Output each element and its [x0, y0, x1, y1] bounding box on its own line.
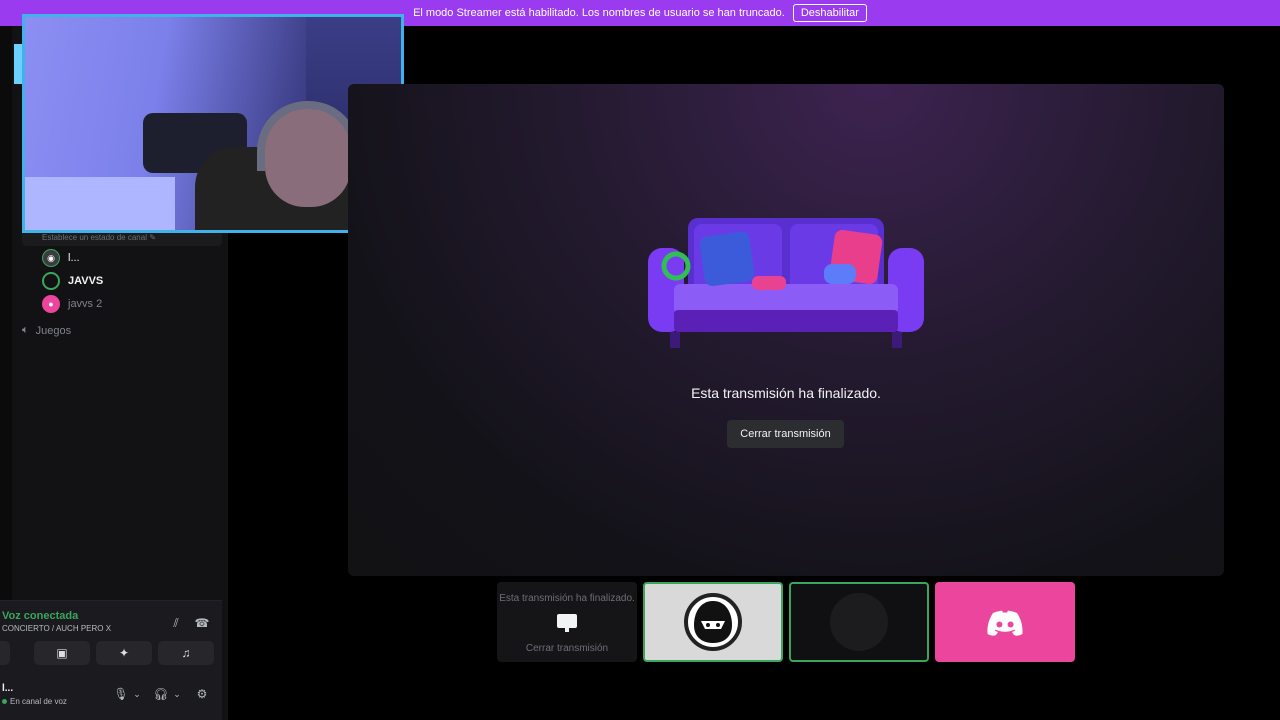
disable-streamer-mode-button[interactable]: Deshabilitar — [792, 4, 867, 22]
chevron-down-icon[interactable]: ⌄ — [132, 687, 142, 701]
voice-connected-status[interactable]: Voz conectada — [2, 610, 78, 622]
voice-member[interactable]: ◉ l... — [42, 248, 80, 268]
gear-icon[interactable]: ⚙ — [194, 687, 210, 701]
stream-ended-message: Esta transmisión ha finalizado. — [691, 385, 881, 401]
speaker-icon: 🔈︎ — [22, 324, 29, 336]
voice-channel-path: CONCIERTO / AUCH PERO X — [2, 624, 112, 633]
current-user-status: En canal de voz — [2, 697, 67, 706]
current-user-name[interactable]: l... — [2, 683, 13, 694]
avatar — [42, 272, 60, 290]
participant-tile[interactable] — [789, 582, 929, 662]
monitor-icon — [557, 614, 577, 632]
share-screen-button[interactable]: ▣ — [34, 641, 90, 665]
noise-suppression-icon[interactable]: ⫽ — [166, 615, 186, 631]
pencil-icon: ✎ — [149, 233, 156, 242]
banner-text: El modo Streamer está habilitado. Los no… — [413, 7, 785, 19]
avatar — [830, 593, 888, 651]
participant-tile[interactable] — [935, 582, 1075, 662]
sofa-illustration — [648, 218, 924, 348]
activities-icon: ✦ — [118, 646, 130, 660]
discord-logo-icon: ● — [42, 295, 60, 313]
microphone-icon[interactable]: 🎙︎ — [113, 687, 128, 701]
soundboard-button[interactable]: ♫ — [158, 641, 214, 665]
channel-status-placeholder: Establece un estado de canal — [42, 233, 147, 242]
voice-connection-panel: Voz conectada CONCIERTO / AUCH PERO X ⫽ … — [0, 600, 222, 720]
avatar: ◉ — [42, 249, 60, 267]
stream-stage: Esta transmisión ha finalizado. Cerrar t… — [348, 84, 1224, 576]
headphones-icon[interactable]: 🎧︎ — [153, 687, 168, 701]
soundboard-icon: ♫ — [181, 646, 191, 660]
member-name: javvs 2 — [68, 298, 103, 310]
stream-tile-close-button[interactable]: Cerrar transmisión — [497, 643, 637, 654]
activities-button[interactable]: ✦ — [96, 641, 152, 665]
stream-tile-ended-text: Esta transmisión ha finalizado. — [499, 593, 635, 604]
voice-member[interactable]: ● javvs 2 — [42, 294, 102, 314]
disconnect-icon[interactable]: ☎ — [192, 615, 212, 631]
discord-logo-icon — [987, 610, 1023, 636]
camera-button[interactable]: ⟋ — [0, 641, 10, 665]
hooded-figure-icon — [694, 601, 732, 643]
user-status-text: En canal de voz — [10, 697, 67, 706]
voice-member[interactable]: JAVVS — [42, 271, 103, 291]
webcam-background-bed — [25, 177, 175, 230]
member-name: JAVVS — [68, 275, 104, 287]
voice-channel-juegos[interactable]: 🔈︎ Juegos — [22, 324, 71, 337]
stream-tile[interactable]: Esta transmisión ha finalizado. Cerrar t… — [497, 582, 637, 662]
webcam-overlay — [22, 14, 404, 233]
channel-name: Juegos — [35, 324, 72, 337]
avatar — [684, 593, 742, 651]
webcam-frame-decoration — [14, 44, 22, 84]
screen-share-icon: ▣ — [56, 646, 68, 660]
status-dot — [2, 699, 7, 704]
chevron-down-icon[interactable]: ⌄ — [172, 687, 182, 701]
participant-tile[interactable] — [643, 582, 783, 662]
member-name: l... — [68, 252, 80, 264]
close-stream-button[interactable]: Cerrar transmisión — [727, 420, 844, 448]
